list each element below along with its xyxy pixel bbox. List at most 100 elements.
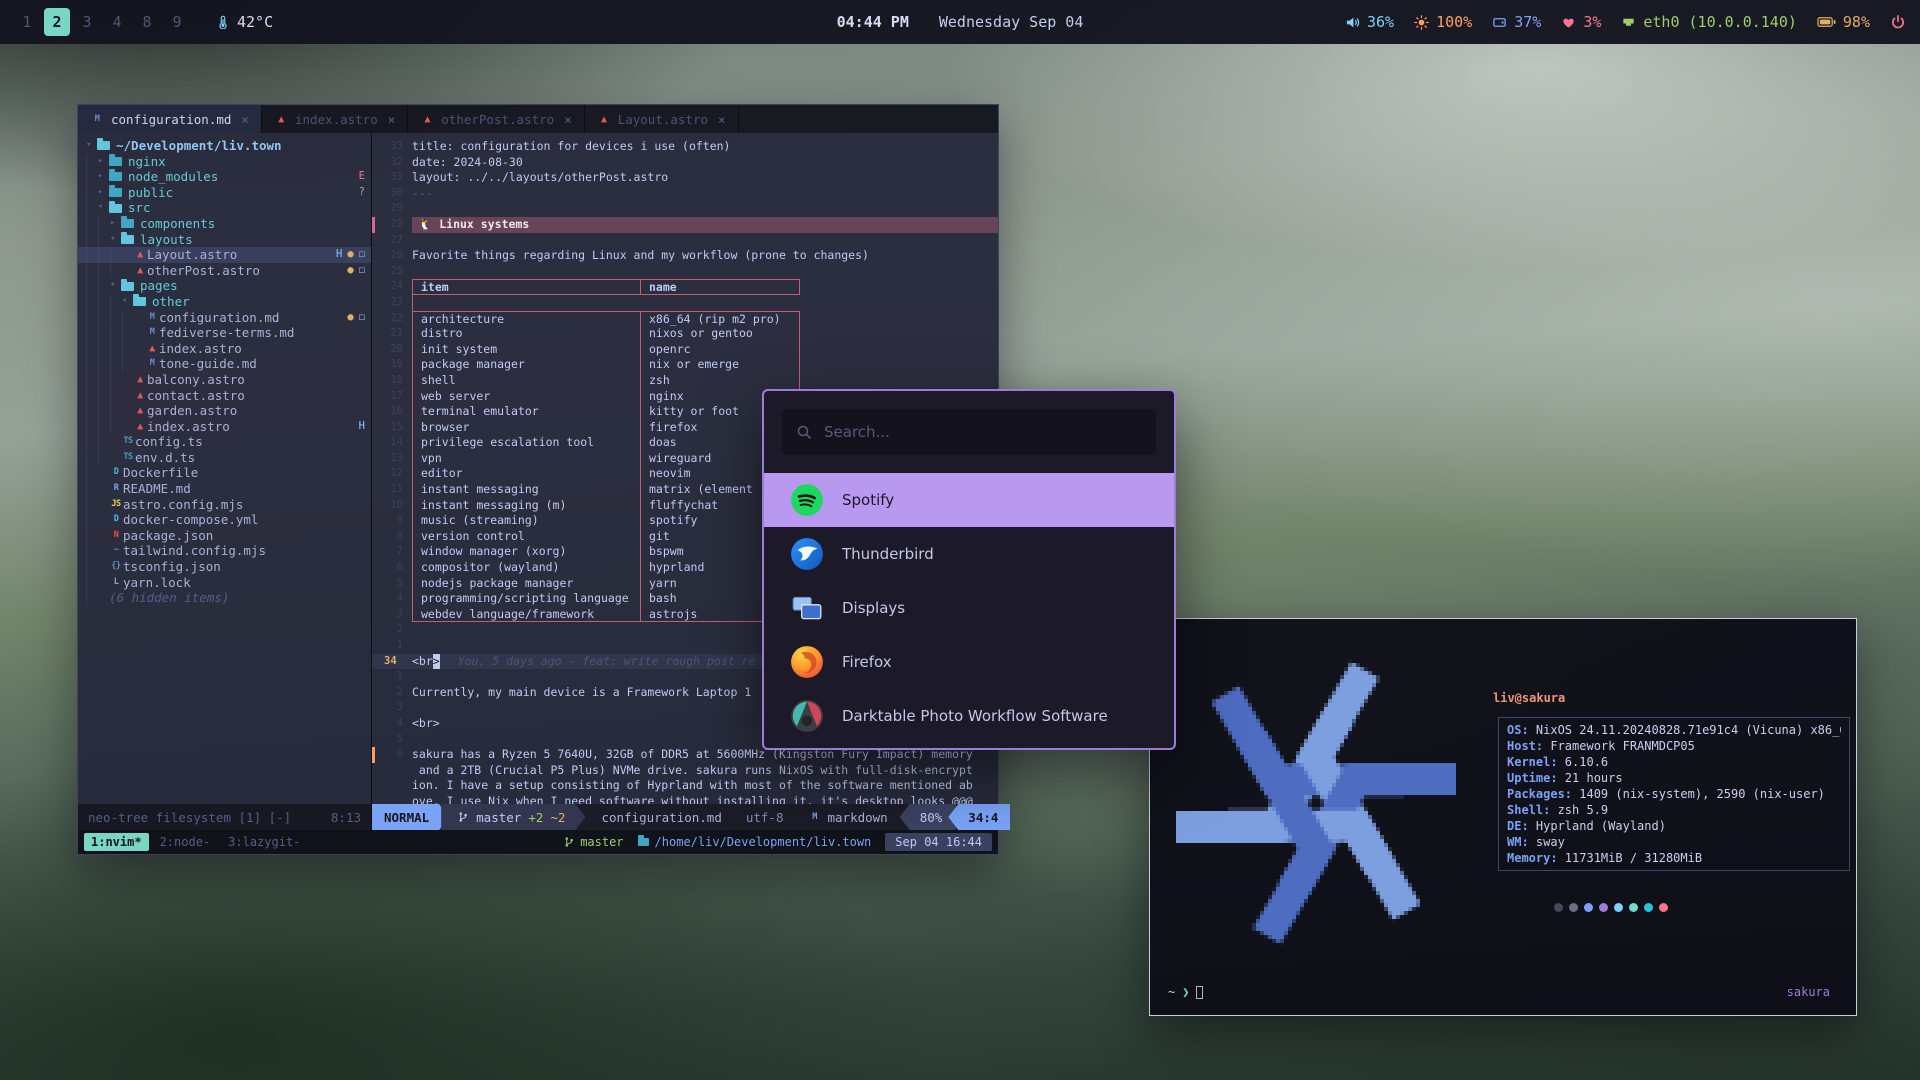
volume-module[interactable]: 36% [1345,13,1394,31]
buffer-line[interactable]: 19package managernix or emerge [372,357,998,373]
buffer-line[interactable]: 32date: 2024-08-30 [372,155,998,171]
tree-item[interactable]: ▸node_modulesE [78,169,371,185]
close-icon[interactable]: × [564,112,572,127]
tree-item[interactable]: ▲index.astro [78,341,371,357]
astro-file-icon: ▲ [133,419,147,435]
disk-module[interactable]: 37% [1492,13,1541,31]
launcher-item[interactable]: Spotify [764,473,1174,527]
buffer-line[interactable]: 29 [372,201,998,217]
network-module[interactable]: eth0 (10.0.0.140) [1621,13,1797,31]
tree-item[interactable]: Npackage.json [78,528,371,544]
line-text: layout: ../../layouts/otherPost.astro [412,170,998,186]
tmux-window[interactable]: 3:lazygit- [221,833,307,851]
tmux-window[interactable]: 1:nvim* [84,833,149,851]
tree-item[interactable]: TSenv.d.ts [78,450,371,466]
close-icon[interactable]: × [241,112,249,127]
close-icon[interactable]: × [388,112,396,127]
line-number: 1 [382,638,412,654]
fetch-info-label: Kernel: [1507,755,1565,769]
tree-item[interactable]: Ddocker-compose.yml [78,512,371,528]
tree-item[interactable]: ▲garden.astro [78,403,371,419]
buffer-line[interactable]: 27 [372,233,998,249]
sign-column [372,560,382,576]
editor-tab[interactable]: ▲Layout.astro× [585,105,739,133]
buffer-line[interactable]: 22architecturex86_64 (rip m2 pro) [372,311,998,327]
indent-guide [98,450,110,466]
tree-item[interactable]: {}tsconfig.json [78,559,371,575]
buffer-line[interactable]: 21distronixos or gentoo [372,326,998,342]
buffer-line[interactable]: 26Favorite things regarding Linux and my… [372,248,998,264]
editor-tab[interactable]: Mconfiguration.md× [78,105,262,133]
tree-item[interactable]: ▲contact.astro [78,388,371,404]
sign-column [372,638,382,654]
color-dot [1599,903,1608,912]
shell-prompt[interactable]: ~ ❯ [1168,985,1203,999]
buffer-line[interactable]: ion. I have a setup consisting of Hyprla… [372,778,998,794]
ts-file-icon: TS [121,450,135,466]
sign-column [372,700,382,716]
markdown-icon: M [90,114,104,124]
indent-guide [86,590,98,606]
fetch-info-line: Shell: zsh 5.9 [1507,802,1841,818]
tree-item[interactable]: Mconfiguration.md●◻ [78,310,371,326]
tree-item[interactable]: ▾src [78,200,371,216]
workspace-button[interactable]: 2 [44,8,70,36]
tree-item[interactable]: ▲index.astroH [78,419,371,435]
brightness-module[interactable]: 100% [1414,13,1472,31]
tree-item[interactable]: Mfediverse-terms.md [78,325,371,341]
workspace-button[interactable]: 4 [104,8,130,36]
workspace-button[interactable]: 3 [74,8,100,36]
buffer-line[interactable]: 18shellzsh [372,373,998,389]
battery-module[interactable]: 98% [1817,13,1870,31]
tree-item[interactable]: ▲Layout.astroH●◻ [78,247,371,263]
tmux-window[interactable]: 2:node- [153,833,218,851]
tree-item[interactable]: ▾layouts [78,232,371,248]
tree-item[interactable]: (6 hidden items) [78,590,371,606]
cpu-module[interactable]: 3% [1561,13,1601,31]
launcher-item[interactable]: Firefox [764,635,1174,689]
filetype-label: M markdown [796,804,900,830]
workspace-button[interactable]: 9 [164,8,190,36]
tree-item[interactable]: ▲otherPost.astro●◻ [78,263,371,279]
editor-tab[interactable]: ▲index.astro× [262,105,408,133]
launcher-item[interactable]: Thunderbird [764,527,1174,581]
tree-item[interactable]: Lyarn.lock [78,575,371,591]
close-icon[interactable]: × [718,112,726,127]
buffer-line[interactable]: 23 [372,295,998,311]
astro-file-icon: ▲ [133,247,147,263]
tree-item[interactable]: ▸public? [78,185,371,201]
tree-item[interactable]: ▾pages [78,278,371,294]
tree-item[interactable]: ▸components [78,216,371,232]
buffer-line[interactable]: 33title: configuration for devices i use… [372,139,998,155]
tree-item[interactable]: ~tailwind.config.mjs [78,543,371,559]
tree-item[interactable]: ▲balcony.astro [78,372,371,388]
tree-item[interactable]: ▾other [78,294,371,310]
buffer-line[interactable]: 25 [372,264,998,280]
buffer-line[interactable]: 30--- [372,186,998,202]
workspace-button[interactable]: 1 [14,8,40,36]
launcher-item[interactable]: Displays [764,581,1174,635]
editor-tab[interactable]: ▲otherPost.astro× [408,105,584,133]
buffer-line[interactable]: 20init systemopenrc [372,342,998,358]
tree-root[interactable]: ▾~/Development/liv.town [78,138,371,154]
text-span: date: 2024-08-30 [412,155,523,171]
text-span: <br> [412,716,440,732]
launcher-item[interactable]: Darktable Photo Workflow Software [764,689,1174,743]
tree-item[interactable]: JSastro.config.mjs [78,497,371,513]
buffer-line[interactable]: 24itemname [372,279,998,295]
buffer-line[interactable]: ove. I use Nix when I need software with… [372,794,998,804]
tree-item[interactable]: TSconfig.ts [78,434,371,450]
tree-item[interactable]: ▸nginx [78,154,371,170]
indent-guide [86,419,98,435]
power-button[interactable] [1890,14,1906,30]
sign-column [372,326,382,342]
buffer-line[interactable]: 28🐧 Linux systems [372,217,998,233]
tree-item-label: balcony.astro [147,372,245,388]
buffer-line[interactable]: and a 2TB (Crucial P5 Plus) NVMe drive. … [372,763,998,779]
tree-item[interactable]: DDockerfile [78,465,371,481]
workspace-button[interactable]: 8 [134,8,160,36]
buffer-line[interactable]: 31layout: ../../layouts/otherPost.astro [372,170,998,186]
tree-item[interactable]: RREADME.md [78,481,371,497]
tree-item[interactable]: Mtone-guide.md [78,356,371,372]
search-box[interactable]: Search... [782,409,1156,455]
